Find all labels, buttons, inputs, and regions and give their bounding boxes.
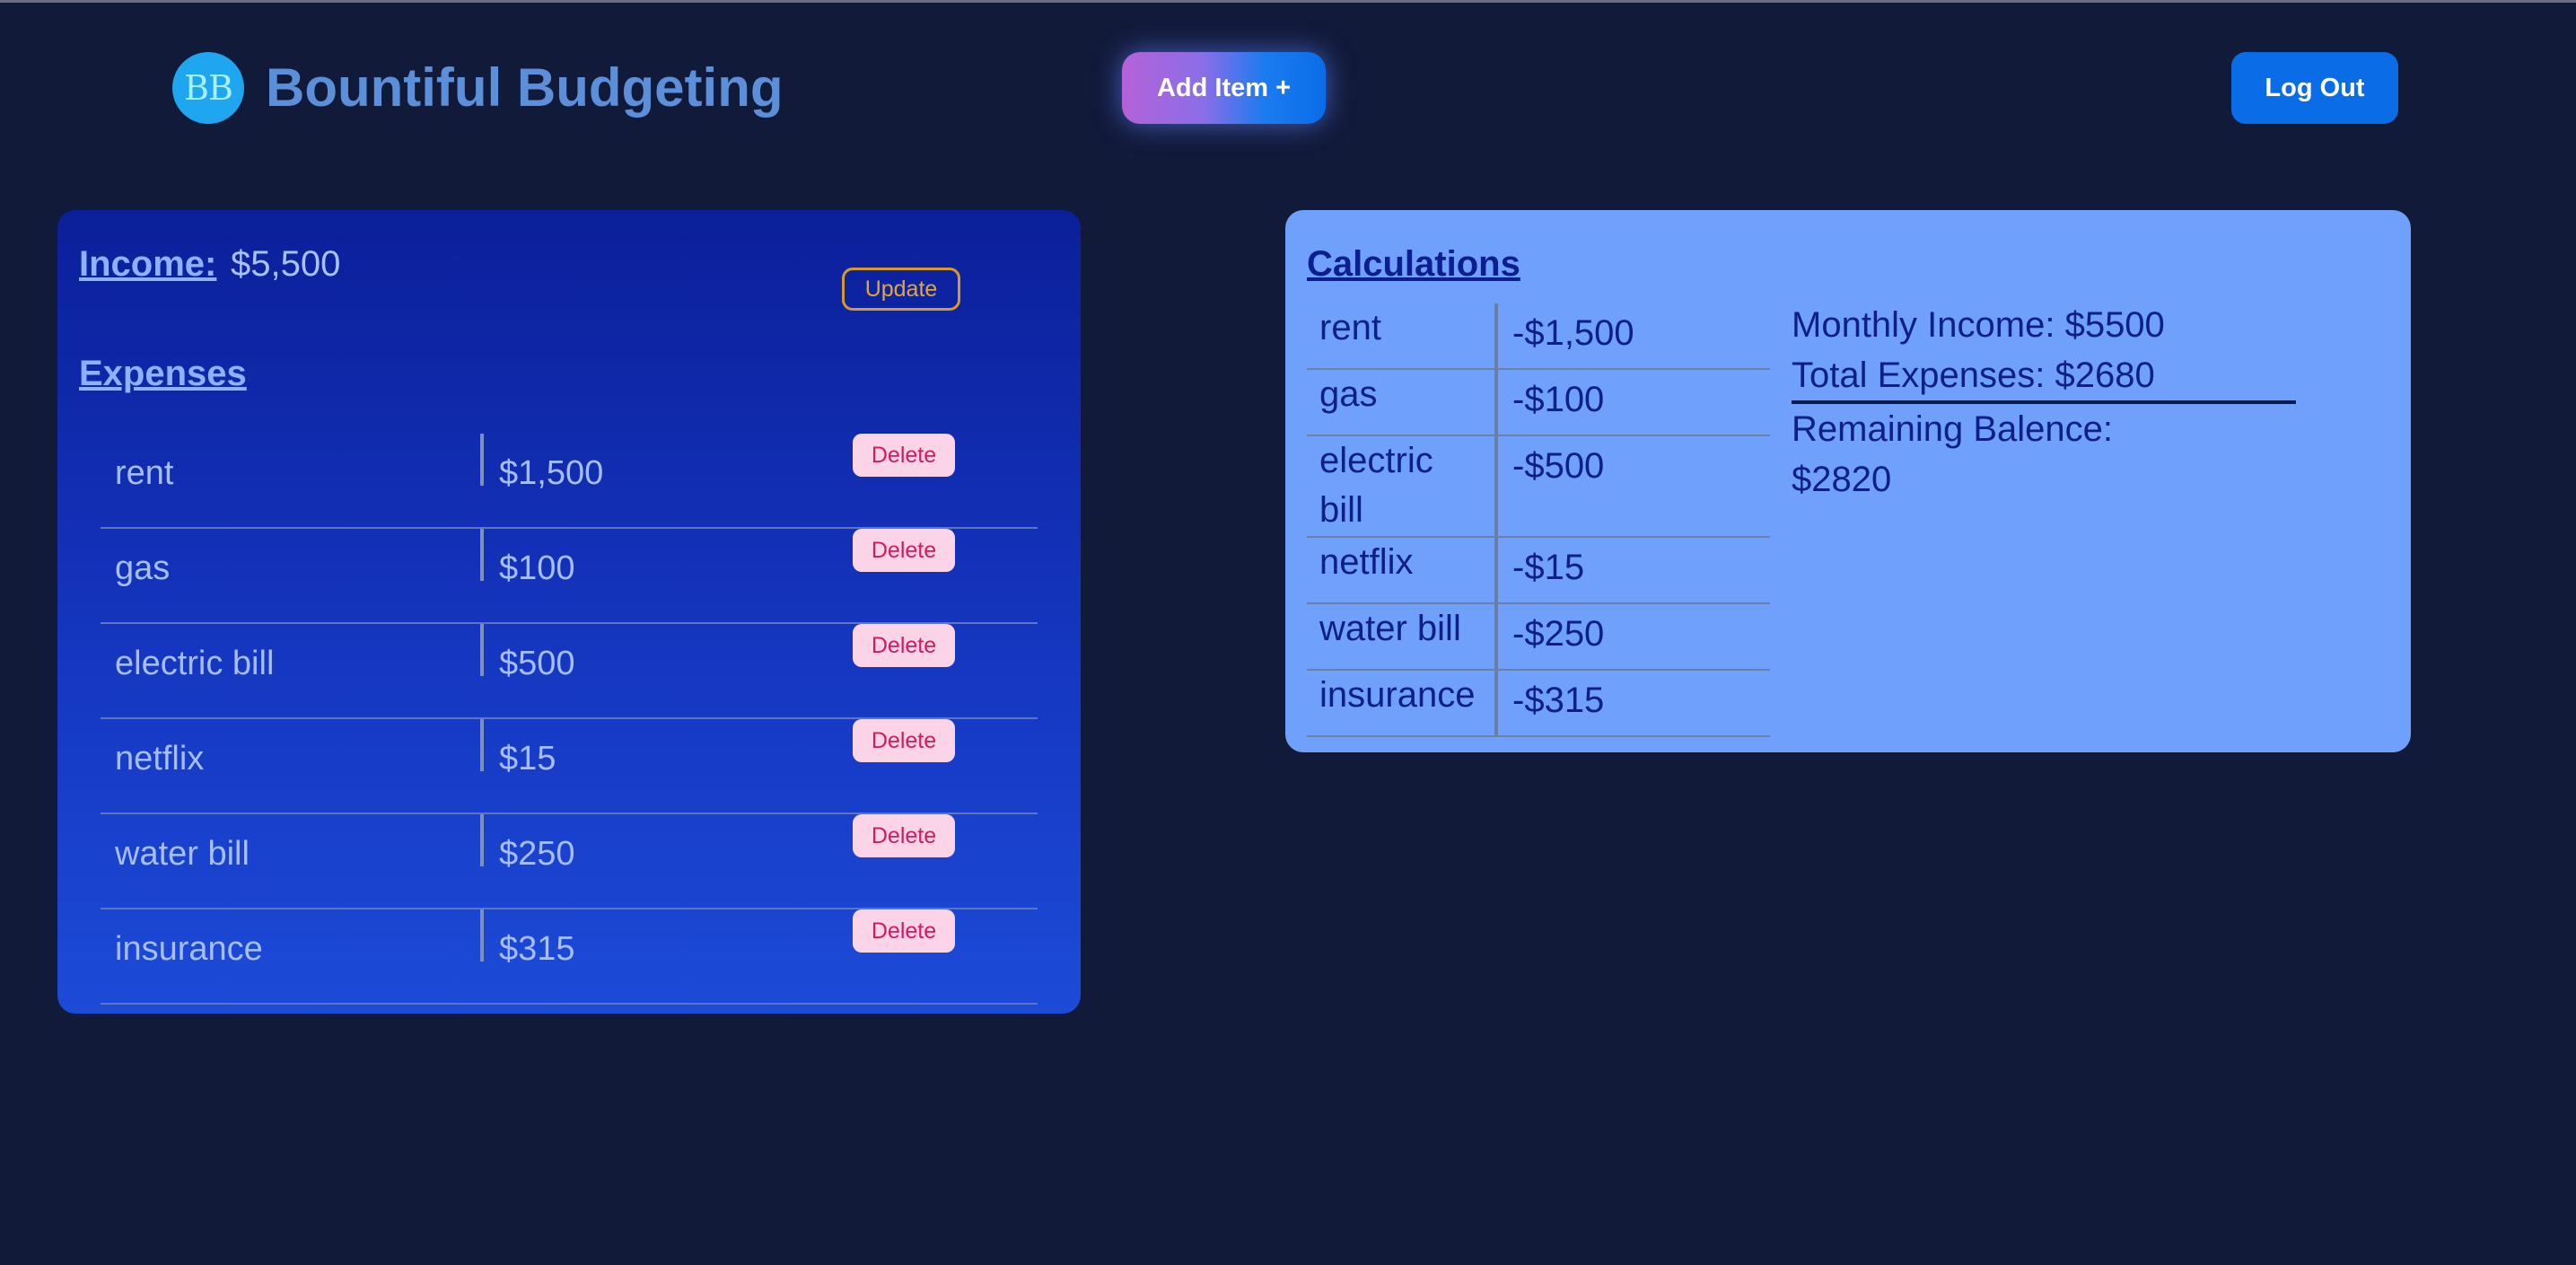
expense-amount: $1,500 [499, 454, 604, 492]
remaining-balance-value: $2820 [1792, 460, 1892, 499]
column-divider [480, 624, 484, 676]
calc-item-amount: -$250 [1512, 614, 1605, 654]
calc-item-name: gas [1307, 370, 1498, 435]
expense-amount: $15 [499, 740, 556, 777]
expense-row: gas $100 Delete [101, 529, 1038, 624]
column-divider [480, 909, 484, 962]
calc-item-amount: -$1,500 [1512, 313, 1634, 353]
income-value: $5,500 [231, 244, 341, 284]
expense-row: rent $1,500 Delete [101, 434, 1038, 529]
table-row: gas -$100 [1307, 370, 1770, 436]
expense-row: water bill $250 Delete [101, 814, 1038, 909]
monthly-income-text: Monthly Income: $5500 [1792, 305, 2165, 345]
calc-item-name: rent [1307, 303, 1498, 368]
delete-button[interactable]: Delete [853, 624, 955, 667]
income-label: Income: [79, 244, 217, 284]
table-row: water bill -$250 [1307, 604, 1770, 671]
logout-button[interactable]: Log Out [2231, 52, 2398, 124]
column-divider [480, 719, 484, 771]
total-expenses-text: Total Expenses: $2680 [1792, 350, 2296, 404]
expense-amount: $500 [499, 645, 575, 682]
expense-row: electric bill $500 Delete [101, 624, 1038, 719]
remaining-balance-label: Remaining Balence: [1792, 409, 2113, 449]
calc-item-name: water bill [1307, 604, 1498, 669]
expense-name: insurance [115, 930, 263, 968]
expense-amount: $250 [499, 835, 575, 873]
expense-name: electric bill [115, 645, 275, 682]
calculations-heading: Calculations [1307, 244, 1520, 284]
delete-button[interactable]: Delete [853, 529, 955, 572]
expense-row: insurance $315 Delete [101, 909, 1038, 1005]
expense-row: netflix $15 Delete [101, 719, 1038, 814]
calc-item-amount: -$15 [1512, 548, 1585, 587]
delete-button[interactable]: Delete [853, 814, 955, 857]
delete-button[interactable]: Delete [853, 434, 955, 477]
expense-name: netflix [115, 740, 205, 777]
calc-item-name: insurance [1307, 671, 1498, 735]
calc-item-amount: -$315 [1512, 681, 1605, 720]
expense-name: gas [115, 549, 171, 587]
delete-button[interactable]: Delete [853, 909, 955, 953]
table-row: rent -$1,500 [1307, 303, 1770, 370]
column-divider [480, 529, 484, 581]
expense-name: water bill [115, 835, 250, 873]
calculations-table: rent -$1,500 gas -$100 electric bill -$5… [1307, 303, 1770, 737]
calc-item-amount: -$500 [1512, 446, 1605, 486]
add-item-button[interactable]: Add Item + [1122, 52, 1326, 124]
calc-item-name: electric bill [1307, 436, 1498, 536]
delete-button[interactable]: Delete [853, 719, 955, 762]
column-divider [480, 434, 484, 486]
column-divider [480, 814, 484, 866]
table-row: insurance -$315 [1307, 671, 1770, 737]
calc-item-amount: -$100 [1512, 380, 1605, 419]
table-row: electric bill -$500 [1307, 436, 1770, 538]
expense-amount: $100 [499, 549, 575, 587]
window-top-border [0, 0, 2576, 3]
update-income-button[interactable]: Update [842, 268, 960, 311]
app-title: Bountiful Budgeting [266, 57, 784, 118]
bb-logo-icon: BB [172, 52, 244, 124]
expenses-panel: Income: $5,500 Update Expenses rent $1,5… [57, 210, 1081, 1014]
calc-item-name: netflix [1307, 538, 1498, 602]
expense-amount: $315 [499, 930, 575, 968]
calculations-panel: Calculations rent -$1,500 gas -$100 elec… [1285, 210, 2411, 752]
budget-summary: Monthly Income: $5500 Total Expenses: $2… [1792, 300, 2296, 505]
expense-name: rent [115, 454, 174, 492]
expenses-heading: Expenses [79, 354, 247, 393]
table-row: netflix -$15 [1307, 538, 1770, 604]
